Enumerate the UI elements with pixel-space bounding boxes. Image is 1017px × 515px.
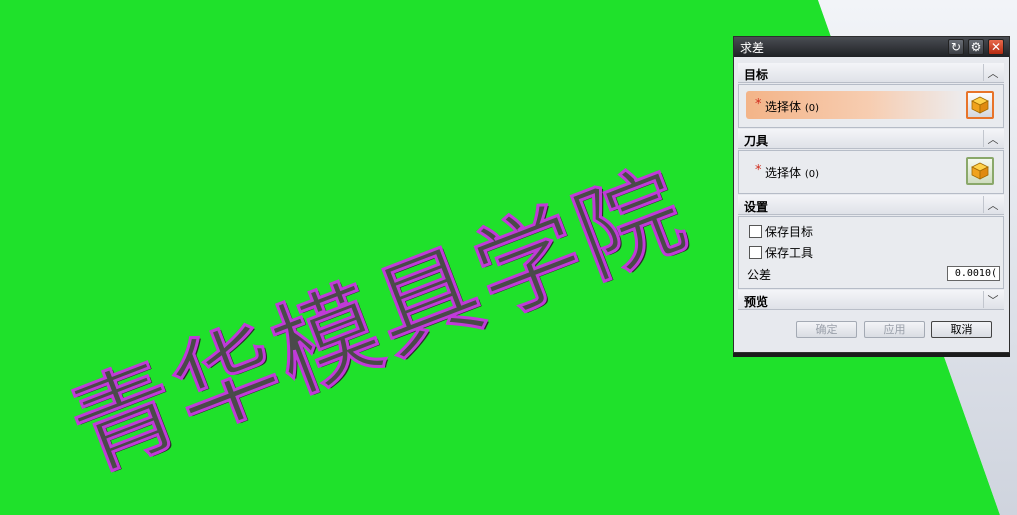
- target-select-body-row[interactable]: * 选择体 (0): [746, 91, 971, 119]
- chevron-down-icon[interactable]: ﹀: [983, 291, 1002, 308]
- tool-select-body-button[interactable]: [966, 157, 994, 185]
- keep-target-label: 保存目标: [765, 224, 814, 239]
- chevron-up-icon[interactable]: ︿: [983, 196, 1002, 213]
- target-select-body-button[interactable]: [966, 91, 994, 119]
- tool-section-body: * 选择体 (0): [738, 150, 1004, 194]
- target-section-header[interactable]: 目标 ︿: [738, 63, 1004, 83]
- settings-section-header[interactable]: 设置 ︿: [738, 195, 1004, 215]
- reset-icon[interactable]: ↻: [948, 39, 964, 55]
- cancel-button[interactable]: 取消: [931, 321, 992, 338]
- preview-section-title: 预览: [744, 295, 769, 309]
- keep-target-checkbox-row[interactable]: 保存目标: [749, 222, 813, 240]
- preview-section-header[interactable]: 预览 ﹀: [738, 290, 1004, 310]
- tolerance-label: 公差: [747, 268, 772, 282]
- settings-section-title: 设置: [744, 200, 769, 214]
- tool-section-header[interactable]: 刀具 ︿: [738, 129, 1004, 149]
- solid-body-icon: [971, 162, 989, 180]
- solid-body-icon: [971, 96, 989, 114]
- ok-button[interactable]: 确定: [796, 321, 857, 338]
- target-section-body: * 选择体 (0): [738, 84, 1004, 128]
- required-mark: *: [755, 163, 762, 178]
- keep-target-checkbox[interactable]: [749, 224, 762, 238]
- tool-select-body-row[interactable]: * 选择体 (0): [746, 157, 971, 185]
- apply-button[interactable]: 应用: [864, 321, 925, 338]
- settings-section-body: 保存目标 保存工具 公差 0.0010(: [738, 216, 1004, 289]
- keep-tool-checkbox[interactable]: [749, 245, 762, 259]
- keep-tool-checkbox-row[interactable]: 保存工具: [749, 243, 813, 261]
- chevron-up-icon[interactable]: ︿: [983, 64, 1002, 81]
- subtract-dialog: 求差 ↻ ⚙ ✕ 目标 ︿ * 选择体 (0) 刀具 ︿ * 选择体 (0) 设…: [733, 36, 1010, 353]
- required-mark: *: [755, 97, 762, 112]
- dialog-title: 求差: [740, 41, 765, 55]
- dialog-titlebar[interactable]: 求差 ↻ ⚙ ✕: [734, 37, 1009, 57]
- close-icon[interactable]: ✕: [988, 39, 1004, 55]
- tool-section-title: 刀具: [744, 134, 769, 148]
- gear-icon[interactable]: ⚙: [968, 39, 984, 55]
- chevron-up-icon[interactable]: ︿: [983, 130, 1002, 147]
- tool-select-label: 选择体 (0): [765, 166, 820, 180]
- target-select-label: 选择体 (0): [765, 100, 820, 114]
- target-section-title: 目标: [744, 68, 769, 82]
- tolerance-input[interactable]: 0.0010(: [947, 266, 1000, 281]
- keep-tool-label: 保存工具: [765, 245, 814, 260]
